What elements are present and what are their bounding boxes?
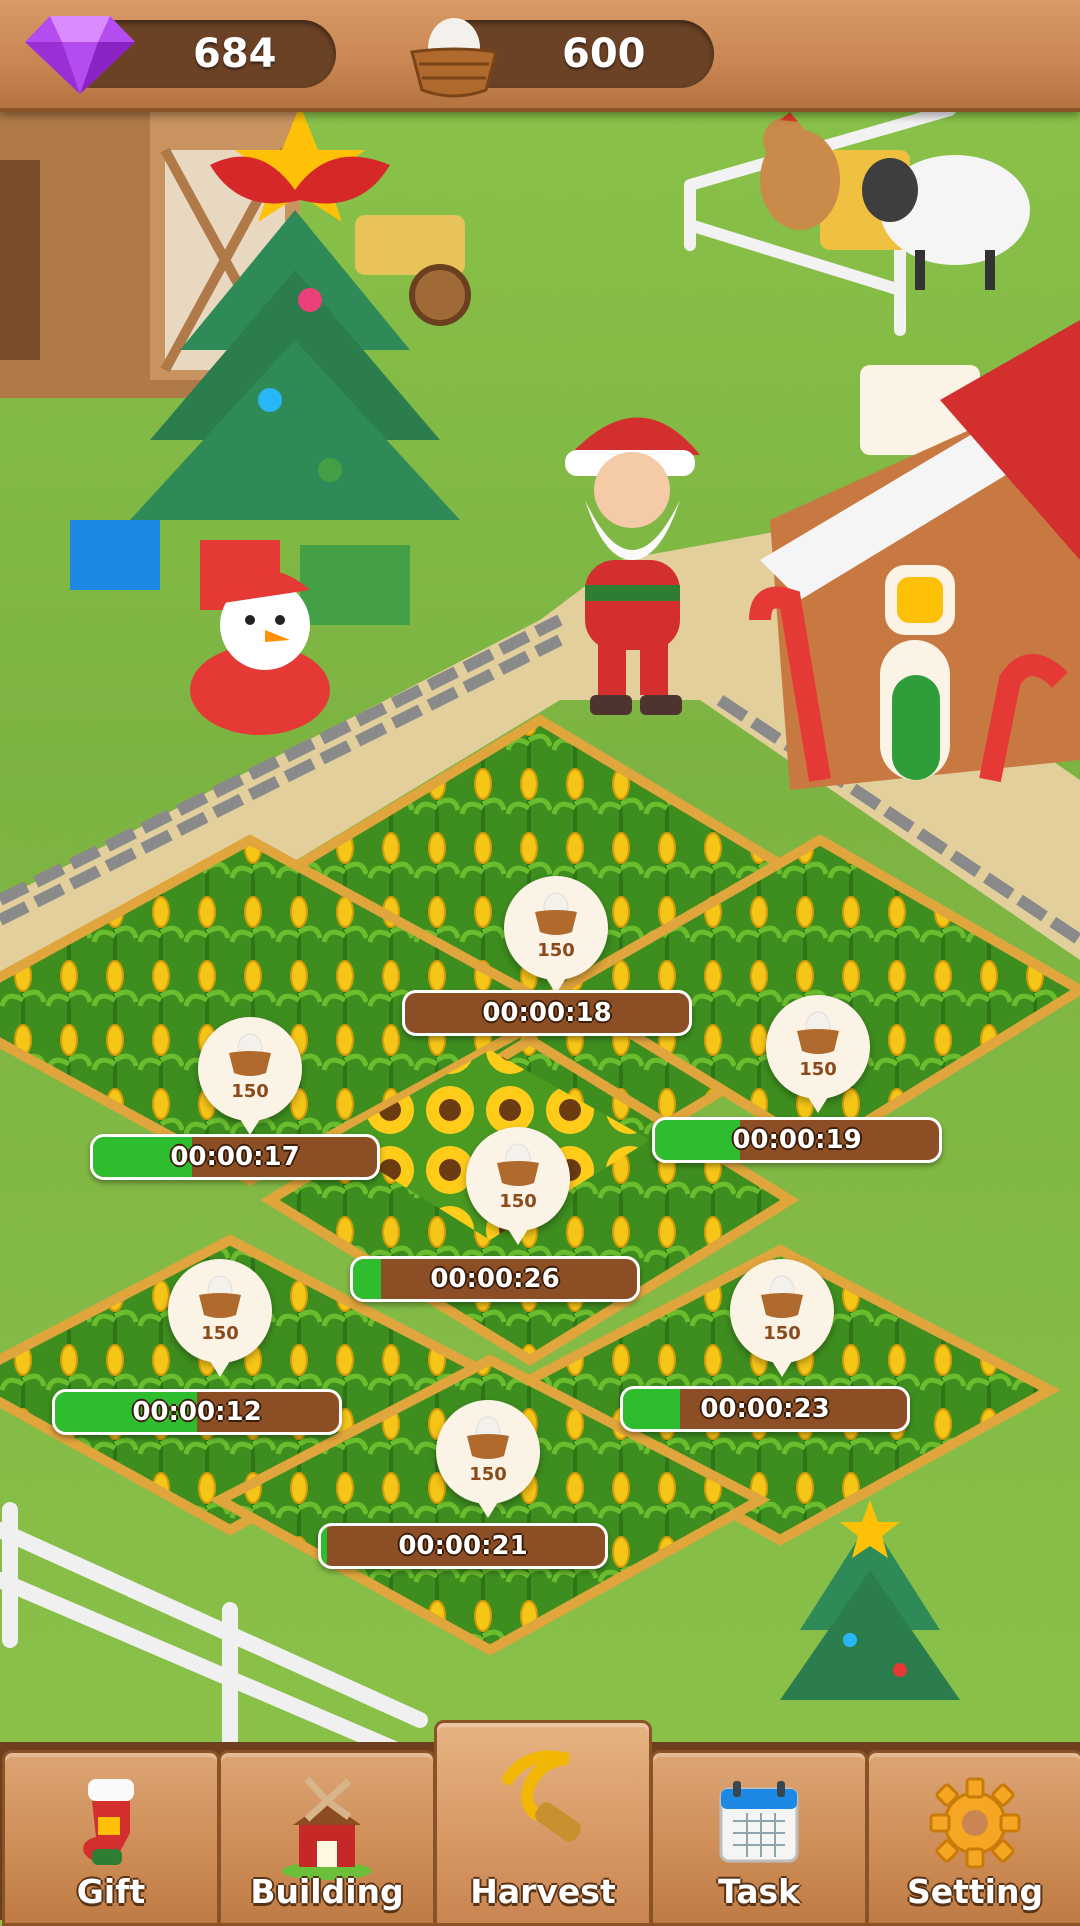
egg-basket-icon [535, 892, 577, 935]
harvest-bubble[interactable]: 150 [504, 876, 608, 994]
stocking-gift-icon [83, 1779, 134, 1865]
growth-timer: 00:00:21 [318, 1523, 608, 1569]
windmill-barn-icon [282, 1776, 372, 1880]
bottom-nav: Gift Building Harvest Task Setting [0, 1720, 1080, 1926]
tab-gift[interactable]: Gift [2, 1750, 220, 1926]
tab-label: Gift [76, 1872, 146, 1911]
growth-timer: 00:00:17 [90, 1134, 380, 1180]
harvest-bubble[interactable]: 150 [466, 1127, 570, 1245]
tab-label: Building [250, 1872, 404, 1911]
egg-basket-icon [229, 1033, 271, 1076]
egg-basket-icon [467, 1416, 509, 1459]
timer-text: 00:00:23 [700, 1394, 830, 1424]
harvest-bubble[interactable]: 150 [766, 995, 870, 1113]
timer-text: 00:00:18 [482, 998, 612, 1028]
purple-gem-icon [25, 16, 135, 94]
egg-basket-icon [410, 18, 498, 98]
timer-text: 00:00:12 [132, 1397, 262, 1427]
tab-harvest[interactable]: Harvest [434, 1720, 652, 1926]
harvest-bubble[interactable]: 150 [436, 1400, 540, 1518]
timer-text: 00:00:26 [430, 1264, 560, 1294]
tab-label: Harvest [470, 1872, 616, 1911]
growth-timer: 00:00:26 [350, 1256, 640, 1302]
gear-icon [929, 1777, 1021, 1869]
tab-label: Task [717, 1872, 801, 1911]
gingerbread-house [749, 320, 1080, 790]
growth-timer: 00:00:18 [402, 990, 692, 1036]
yield-count: 150 [469, 1464, 507, 1485]
growth-timer: 00:00:23 [620, 1386, 910, 1432]
egg-count: 600 [562, 31, 646, 77]
egg-basket-icon [761, 1275, 803, 1318]
tab-label: Setting [906, 1872, 1044, 1911]
timer-text: 00:00:21 [398, 1531, 528, 1561]
gem-count: 684 [193, 31, 277, 77]
tab-building[interactable]: Building [218, 1750, 436, 1926]
egg-basket-icon [497, 1143, 539, 1186]
animal-pen [684, 104, 1030, 336]
yield-count: 150 [201, 1323, 239, 1344]
egg-basket-icon [797, 1011, 839, 1054]
harvest-bubble[interactable]: 150 [730, 1259, 834, 1377]
resource-bar: 684 600 [0, 0, 1080, 112]
yield-count: 150 [799, 1059, 837, 1080]
yield-count: 150 [231, 1081, 269, 1102]
harvest-bubble[interactable]: 150 [168, 1259, 272, 1377]
timer-text: 00:00:19 [732, 1125, 862, 1155]
tab-task[interactable]: Task [650, 1750, 868, 1926]
timer-text: 00:00:17 [170, 1142, 300, 1172]
yield-count: 150 [763, 1323, 801, 1344]
harvest-bubble[interactable]: 150 [198, 1017, 302, 1135]
growth-timer: 00:00:12 [52, 1389, 342, 1435]
yield-count: 150 [499, 1191, 537, 1212]
growth-timer: 00:00:19 [652, 1117, 942, 1163]
sickle-icon [502, 1750, 581, 1842]
tab-setting[interactable]: Setting [866, 1750, 1080, 1926]
yield-count: 150 [537, 940, 575, 961]
egg-basket-icon [199, 1275, 241, 1318]
calendar-icon [719, 1781, 799, 1863]
